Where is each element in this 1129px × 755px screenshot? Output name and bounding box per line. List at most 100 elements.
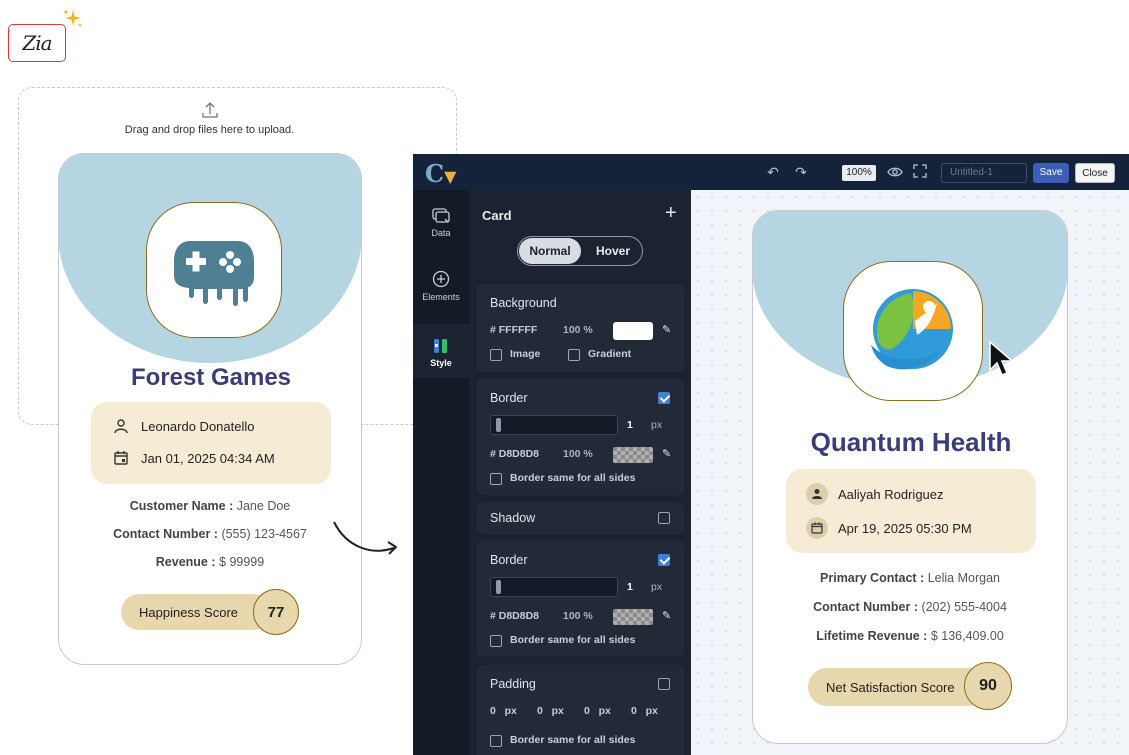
contact-info-box: Aaliyah Rodriguez Apr 19, 2025 05:30 PM: [786, 469, 1036, 553]
mouse-pointer-icon: [989, 340, 1015, 376]
border-enabled-checkbox[interactable]: [658, 392, 670, 404]
datetime-row: Jan 01, 2025 04:34 AM: [113, 450, 275, 466]
border-enabled-checkbox[interactable]: [658, 554, 670, 566]
background-hex[interactable]: # FFFFFF: [490, 324, 537, 336]
score-pill: Net Satisfaction Score: [808, 668, 988, 706]
gradient-checkbox[interactable]: [568, 349, 580, 361]
padding-bottom-value[interactable]: 0 px: [584, 705, 611, 717]
upload-hint: Drag and drop files here to upload.: [124, 124, 295, 136]
preview-card-left: Forest Games Leonardo Donatello Jan 01, …: [58, 153, 362, 665]
field-row: Primary Contact : Lelia Morgan: [820, 571, 1000, 585]
tab-hover[interactable]: Hover: [584, 238, 642, 264]
zia-logo: Zia: [8, 24, 66, 62]
gradient-label: Gradient: [588, 348, 632, 360]
sparkle-icon: [63, 9, 82, 27]
border-width-unit: px: [651, 581, 663, 593]
border-section: Border 1 px # D8D8D8 100 % ✎ Border same…: [477, 379, 684, 495]
section-title: Border: [490, 391, 528, 405]
field-row: Revenue : $ 99999: [155, 555, 265, 569]
same-sides-label: Border same for all sides: [510, 634, 636, 646]
score-value: 90: [964, 662, 1012, 710]
nav-item-elements[interactable]: Elements: [413, 270, 469, 314]
border-hex[interactable]: # D8D8D8: [490, 610, 539, 622]
nav-item-data[interactable]: Data: [413, 206, 469, 250]
same-sides-label: Border same for all sides: [510, 472, 636, 484]
close-button[interactable]: Close: [1075, 163, 1115, 183]
section-title: Padding: [490, 677, 536, 691]
border-section: Border 1 px # D8D8D8 100 % ✎ Border same…: [477, 541, 684, 657]
editor-sidebar: Data Elements Style: [413, 190, 469, 755]
panel-title: Card: [482, 208, 512, 223]
fullscreen-icon[interactable]: [912, 164, 928, 180]
calendar-icon: [806, 517, 828, 539]
person-icon: [114, 419, 128, 434]
slider-knob[interactable]: [496, 580, 501, 594]
design-canvas[interactable]: Quantum Health Aaliyah Rodriguez Apr 19,…: [691, 190, 1129, 755]
border-opacity[interactable]: 100 %: [563, 448, 593, 460]
border-width-value[interactable]: 1: [627, 581, 633, 593]
eyedropper-icon[interactable]: ✎: [662, 323, 671, 336]
tab-normal[interactable]: Normal: [519, 238, 581, 264]
datetime: Jan 01, 2025 04:34 AM: [141, 450, 275, 466]
add-icon[interactable]: +: [665, 202, 677, 225]
border-color-swatch[interactable]: [613, 447, 653, 463]
border-color-swatch[interactable]: [613, 609, 653, 625]
background-section: Background # FFFFFF 100 % ✎ Image Gradie…: [477, 284, 684, 372]
card-editor-window: C▼ ↶ ↷ 100% Untitled-1 Save Close Data E…: [413, 154, 1129, 755]
health-leaf-icon: [871, 289, 953, 370]
border-width-slider[interactable]: [490, 415, 618, 435]
data-icon: [432, 208, 450, 223]
same-sides-checkbox[interactable]: [490, 735, 502, 747]
person-icon: [806, 483, 828, 505]
preview-eye-icon[interactable]: [887, 164, 903, 180]
redo-icon[interactable]: ↷: [793, 164, 809, 180]
undo-icon[interactable]: ↶: [765, 164, 781, 180]
datetime: Apr 19, 2025 05:30 PM: [838, 520, 972, 536]
nav-item-style[interactable]: Style: [413, 324, 469, 378]
upload-icon: [202, 102, 218, 118]
zoom-level[interactable]: 100%: [842, 165, 876, 181]
company-logo[interactable]: [843, 261, 983, 401]
border-width-slider[interactable]: [490, 577, 618, 597]
preview-card-right[interactable]: Quantum Health Aaliyah Rodriguez Apr 19,…: [752, 210, 1068, 744]
slider-knob[interactable]: [496, 418, 501, 432]
field-row: Contact Number : (555) 123-4567: [113, 527, 307, 541]
same-sides-checkbox[interactable]: [490, 635, 502, 647]
style-panel: Card + Normal Hover Background # FFFFFF …: [469, 190, 691, 755]
save-button[interactable]: Save: [1033, 163, 1069, 183]
field-row: Lifetime Revenue : $ 136,409.00: [816, 629, 1004, 643]
padding-checkbox[interactable]: [658, 678, 670, 690]
background-opacity[interactable]: 100 %: [563, 324, 593, 336]
border-width-unit: px: [651, 419, 663, 431]
border-opacity[interactable]: 100 %: [563, 610, 593, 622]
section-title: Border: [490, 553, 528, 567]
eyedropper-icon[interactable]: ✎: [662, 609, 671, 622]
contact-name-row: Aaliyah Rodriguez: [806, 483, 944, 505]
curved-arrow-icon: [333, 521, 397, 555]
contact-name-row: Leonardo Donatello: [113, 418, 254, 434]
padding-top-value[interactable]: 0 px: [490, 705, 517, 717]
padding-right-value[interactable]: 0 px: [537, 705, 564, 717]
state-toggle: Normal Hover: [517, 236, 643, 266]
image-label: Image: [510, 348, 541, 360]
gamepad-icon: [174, 241, 254, 306]
border-hex[interactable]: # D8D8D8: [490, 448, 539, 460]
image-checkbox[interactable]: [490, 349, 502, 361]
plus-circle-icon: [432, 270, 450, 288]
eyedropper-icon[interactable]: ✎: [662, 447, 671, 460]
score-value: 77: [253, 589, 299, 635]
same-sides-checkbox[interactable]: [490, 473, 502, 485]
padding-left-value[interactable]: 0 px: [631, 705, 658, 717]
section-title: Background: [490, 296, 557, 310]
shadow-checkbox[interactable]: [658, 512, 670, 524]
card-title: Forest Games: [130, 364, 292, 391]
card-title: Quantum Health: [810, 427, 1012, 457]
background-color-swatch[interactable]: [613, 322, 653, 340]
editor-topbar: C▼ ↶ ↷ 100% Untitled-1 Save Close: [413, 154, 1129, 190]
contact-info-box: Leonardo Donatello Jan 01, 2025 04:34 AM: [91, 402, 331, 484]
border-width-value[interactable]: 1: [627, 419, 633, 431]
document-title-input[interactable]: Untitled-1: [941, 163, 1027, 183]
score-pill: Happiness Score: [121, 594, 271, 630]
datetime-row: Apr 19, 2025 05:30 PM: [806, 517, 972, 539]
contact-name: Aaliyah Rodriguez: [838, 486, 944, 502]
